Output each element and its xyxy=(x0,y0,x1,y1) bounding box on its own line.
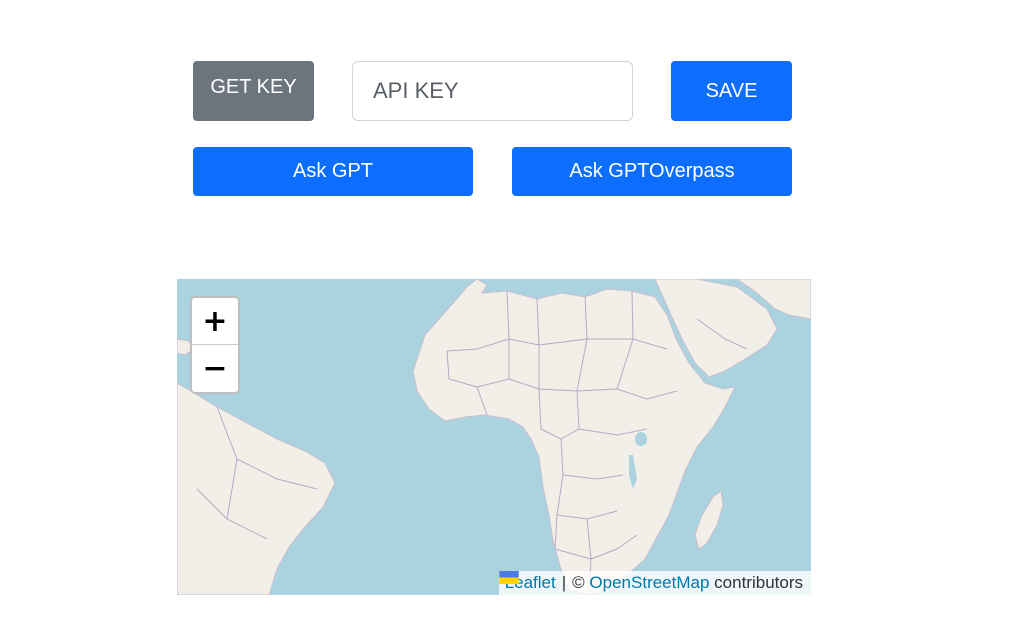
ukraine-flag-icon xyxy=(498,571,519,584)
save-button[interactable]: SAVE xyxy=(671,61,792,121)
map-tiles xyxy=(177,279,811,595)
map-attribution: Leaflet | © OpenStreetMap contributors xyxy=(498,571,811,595)
map-view[interactable]: + − Leaflet | © OpenStreetMap contributo… xyxy=(177,279,811,595)
attribution-suffix: contributors xyxy=(714,573,803,592)
zoom-control: + − xyxy=(190,296,240,394)
openstreetmap-link[interactable]: OpenStreetMap xyxy=(589,573,709,593)
zoom-in-button[interactable]: + xyxy=(192,298,238,345)
ask-gpt-overpass-button[interactable]: Ask GPTOverpass xyxy=(512,147,792,196)
attribution-separator: | xyxy=(561,573,567,592)
zoom-out-button[interactable]: − xyxy=(192,345,238,392)
api-key-input[interactable] xyxy=(352,61,633,121)
copyright-symbol: © xyxy=(572,573,585,592)
lake-victoria xyxy=(635,432,647,446)
ask-gpt-button[interactable]: Ask GPT xyxy=(193,147,473,196)
get-key-button[interactable]: GET KEY xyxy=(193,61,314,121)
